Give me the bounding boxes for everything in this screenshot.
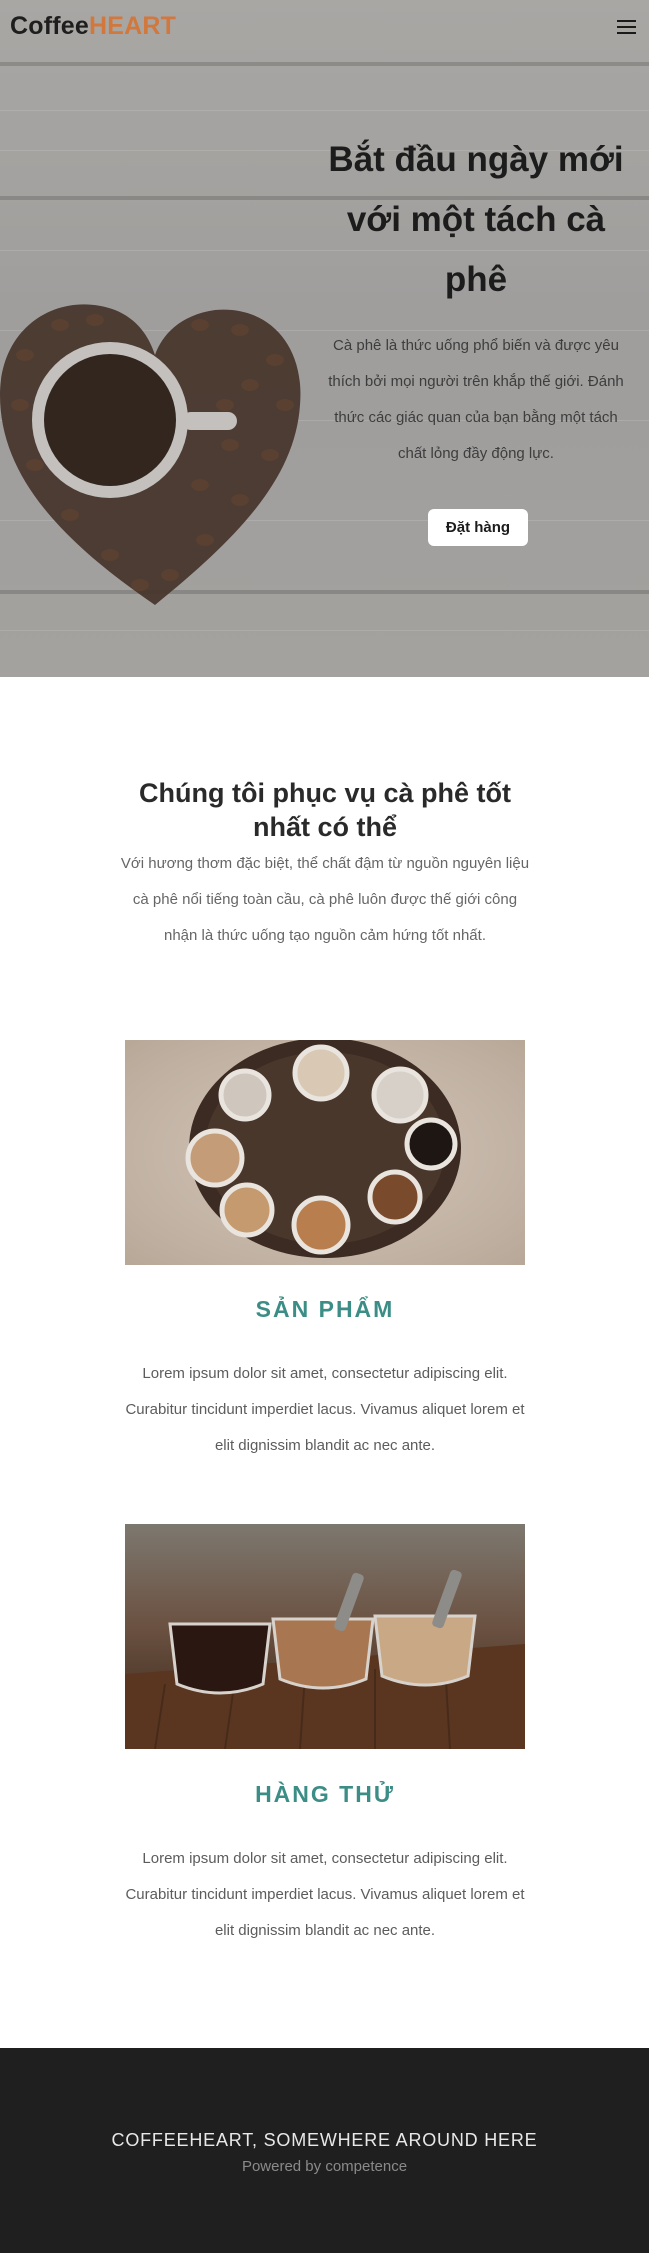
hero-section: CoffeeHEART Bắt đầu ngày mới với một tác… [0, 0, 649, 677]
feature-text-samples: Lorem ipsum dolor sit amet, consectetur … [125, 1850, 525, 1939]
footer-title: COFFEEHEART, SOMEWHERE AROUND HERE [111, 2130, 538, 2150]
footer: COFFEEHEART, SOMEWHERE AROUND HERE Power… [0, 2048, 649, 2253]
hamburger-menu-icon[interactable] [617, 19, 636, 34]
hero-title: Bắt đầu ngày mới với một tách cà phê [328, 140, 624, 299]
navbar: CoffeeHEART [0, 0, 649, 52]
brand-name-part2: HEART [88, 12, 177, 40]
coffee-glasses-image [125, 1524, 525, 1749]
feature-title-samples: HÀNG THỬ [255, 1781, 395, 1807]
coffee-cups-tray-image [125, 1040, 525, 1265]
brand-logo[interactable]: CoffeeHEART [10, 12, 176, 41]
brand-name-part1: Coffee [10, 12, 89, 40]
feature-title-products: SẢN PHẨM [255, 1296, 395, 1322]
feature-text-products: Lorem ipsum dolor sit amet, consectetur … [125, 1365, 525, 1454]
intro-text: Với hương thơm đặc biệt, thể chất đậm từ… [120, 855, 530, 944]
order-button[interactable]: Đặt hàng [428, 509, 528, 546]
hero-description: Cà phê là thức uống phổ biến và được yêu… [328, 337, 624, 462]
intro-title: Chúng tôi phục vụ cà phê tốt nhất có thể [139, 778, 511, 842]
footer-subtitle: Powered by competence [241, 2158, 408, 2175]
hero-content: Bắt đầu ngày mới với một tách cà phê Cà … [320, 130, 632, 472]
